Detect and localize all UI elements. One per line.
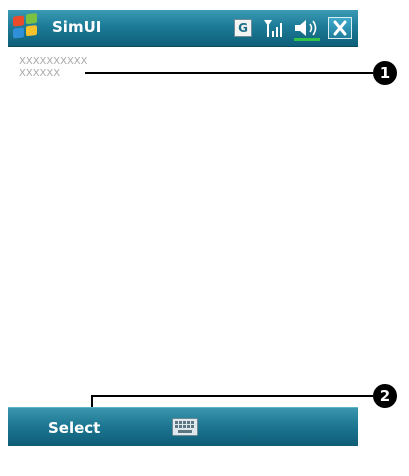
callout-leader-2-horizontal [91,395,373,397]
signal-antenna-icon[interactable] [262,17,284,39]
keyboard-icon[interactable] [172,418,198,436]
close-button[interactable] [328,17,352,39]
sim-info-line-2: XXXXXX [19,68,61,79]
sim-info-line-1: XXXXXXXXXX [19,56,88,67]
select-softkey[interactable]: Select [48,419,100,437]
callout-leader-1 [85,72,373,74]
callout-marker-2: 2 [373,384,397,408]
g-connection-icon[interactable]: G [234,19,252,37]
callout-marker-1: 1 [373,61,397,85]
window-title: SimUI [52,18,102,36]
title-bar: SimUI G [8,10,358,47]
speaker-volume-icon[interactable] [292,16,322,42]
windows-flag-icon[interactable] [9,11,43,45]
menu-bar: Select [8,407,358,446]
close-icon [333,20,347,36]
